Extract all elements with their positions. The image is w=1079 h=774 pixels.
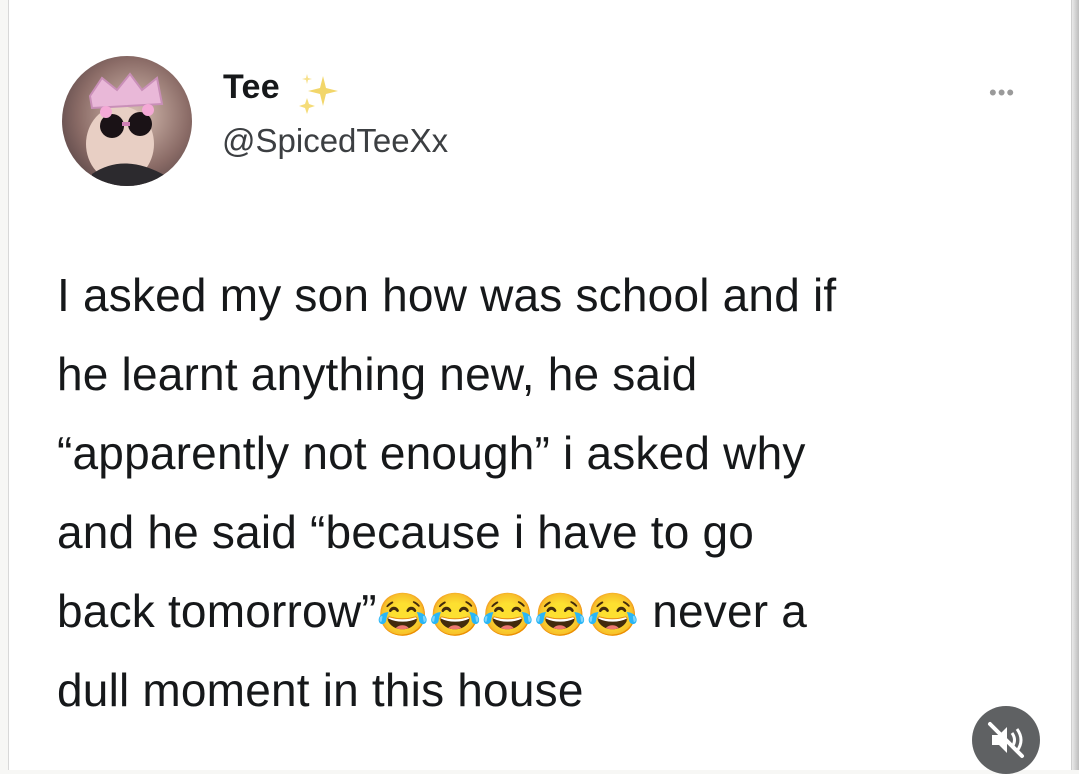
sparkles-icon xyxy=(299,74,338,114)
tweet-line: he learnt anything new, he said xyxy=(57,348,698,400)
more-options-icon[interactable]: ••• xyxy=(989,80,1015,106)
right-edge-shadow xyxy=(1072,0,1079,770)
author-handle[interactable]: @SpicedTeeXx xyxy=(222,122,448,160)
avatar[interactable] xyxy=(62,56,192,186)
tweet-text: I asked my son how was school and if he … xyxy=(57,256,1037,730)
laughing-emoji-row: 😂😂😂😂😂 xyxy=(376,591,640,638)
author-name[interactable]: Tee xyxy=(223,68,280,107)
tweet-text-segment: back tomorrow” xyxy=(57,585,377,637)
tweet-line: and he said “because i have to go xyxy=(57,506,755,558)
tweet-line: I asked my son how was school and if xyxy=(57,269,837,321)
avatar-photo xyxy=(86,72,166,186)
tweet-card: Tee @SpicedTeeXx ••• I asked my son how … xyxy=(8,0,1072,770)
mute-icon xyxy=(988,722,1024,758)
tweet-text-segment: never a xyxy=(639,585,808,637)
tweet-line: back tomorrow”😂😂😂😂😂 never a xyxy=(57,572,1037,651)
tweet-line: dull moment in this house xyxy=(57,664,584,716)
tweet-line: “apparently not enough” i asked why xyxy=(57,427,806,479)
mute-button[interactable] xyxy=(972,706,1040,774)
